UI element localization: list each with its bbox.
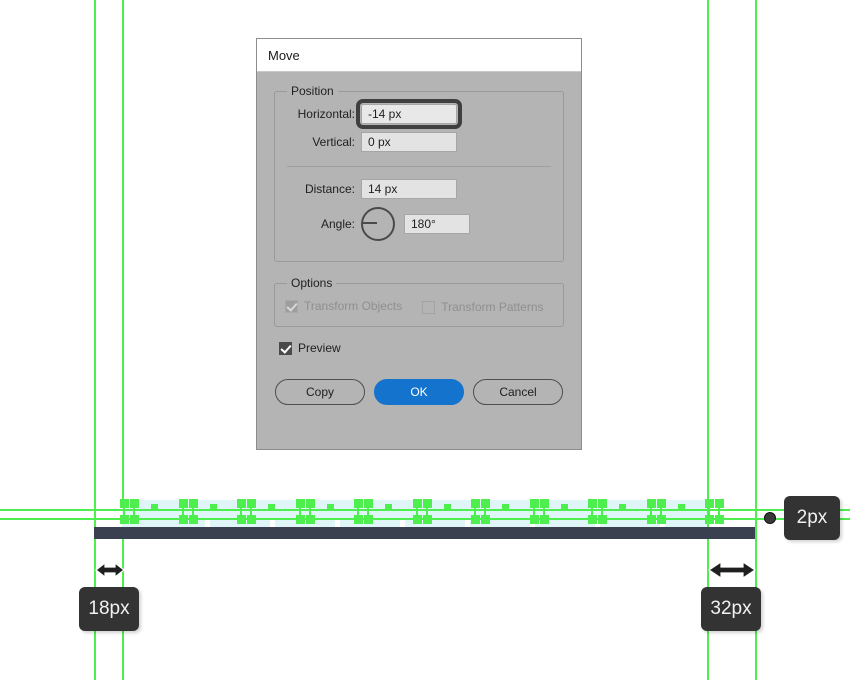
options-group-legend: Options: [291, 276, 333, 290]
dialog-title: Move: [268, 47, 300, 63]
horizontal-label: Horizontal:: [297, 107, 355, 121]
horizontal-input[interactable]: -14 px: [356, 99, 462, 129]
copy-button[interactable]: Copy: [275, 379, 365, 405]
move-dialog[interactable]: Move Position Horizontal: -14 px Vertica…: [256, 38, 582, 450]
transform-patterns-label: Transform Patterns: [441, 300, 544, 314]
measure-label: 2px: [796, 507, 828, 528]
measure-badge-right-offset: 2px: [784, 496, 840, 540]
horizontal-input-value: -14 px: [368, 107, 402, 121]
angle-dial-needle: [363, 222, 377, 224]
cancel-button[interactable]: Cancel: [473, 379, 563, 405]
horizontal-field-row: Horizontal: -14 px: [285, 99, 553, 129]
ok-button-label: OK: [410, 385, 428, 399]
transform-patterns-checkbox: [422, 300, 436, 314]
measure-badge-right-gap: 32px: [701, 587, 761, 631]
vertical-label: Vertical:: [312, 135, 355, 149]
vertical-input-value: 0 px: [368, 135, 391, 149]
distance-label: Distance:: [304, 182, 355, 196]
options-group: Options Transform Objects Transform Patt…: [274, 276, 564, 327]
cancel-button-label: Cancel: [499, 385, 537, 399]
horizontal-resize-arrow-icon: [707, 560, 757, 580]
options-checkbox-row: Transform Objects Transform Patterns: [285, 298, 553, 314]
transform-patterns-wrap: Transform Patterns: [422, 300, 544, 314]
preview-checkbox[interactable]: [279, 341, 292, 355]
position-group-legend: Position: [291, 84, 334, 98]
artwork-rectangle[interactable]: [94, 527, 755, 539]
distance-input[interactable]: 14 px: [361, 179, 457, 199]
horizontal-resize-arrow-icon: [95, 561, 125, 579]
distance-input-value: 14 px: [368, 182, 398, 196]
dialog-body: Position Horizontal: -14 px Vertical: 0 …: [257, 72, 581, 405]
horizontal-guide-2[interactable]: [0, 518, 850, 520]
ok-button[interactable]: OK: [374, 379, 464, 405]
angle-field-row: Angle: 180°: [285, 207, 553, 241]
distance-field-row: Distance: 14 px: [285, 179, 553, 199]
vertical-field-row: Vertical: 0 px: [285, 132, 553, 152]
horizontal-guide-1[interactable]: [0, 509, 850, 511]
angle-input-value: 180°: [411, 217, 436, 231]
measure-label: 32px: [710, 598, 752, 619]
measure-badge-left-gap: 18px: [79, 587, 139, 631]
position-divider: [287, 166, 551, 167]
position-group: Position Horizontal: -14 px Vertical: 0 …: [274, 84, 564, 262]
measure-label: 18px: [88, 598, 130, 619]
dialog-button-row: Copy OK Cancel: [275, 379, 563, 405]
angle-input[interactable]: 180°: [404, 214, 470, 234]
dialog-titlebar: Move: [257, 39, 581, 72]
angle-dial-icon[interactable]: [361, 207, 395, 241]
anchor-dot-icon[interactable]: [764, 512, 776, 524]
transform-objects-checkbox: [285, 299, 298, 313]
copy-button-label: Copy: [305, 385, 334, 399]
angle-label: Angle:: [320, 217, 355, 231]
preview-row[interactable]: Preview: [279, 341, 564, 359]
preview-label: Preview: [298, 341, 341, 355]
vertical-input[interactable]: 0 px: [361, 132, 457, 152]
transform-objects-label: Transform Objects: [304, 299, 403, 313]
